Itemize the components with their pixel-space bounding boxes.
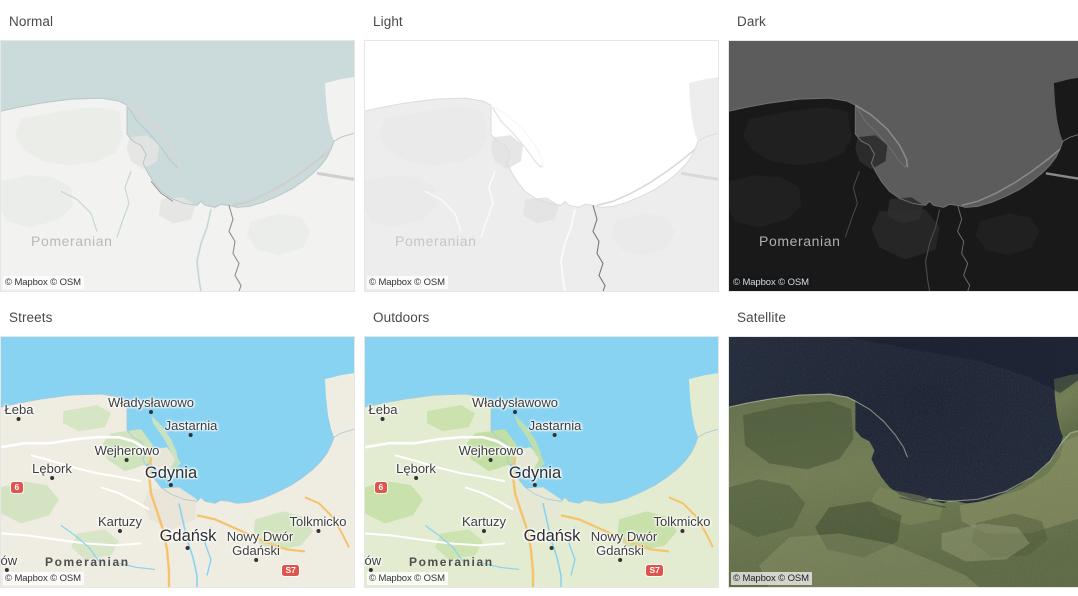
map-panel-title-normal: Normal xyxy=(9,14,54,29)
map-panel-normal: Normal Pomeranian © Mapbox © OSM xyxy=(0,0,355,292)
map-attribution[interactable]: © Mapbox © OSM xyxy=(367,572,448,585)
map-panel-light: Light Pomeranian © Mapbox © OSM xyxy=(364,0,719,292)
map-graphic-normal xyxy=(1,40,354,291)
map-graphic-outdoors xyxy=(365,336,718,587)
map-canvas-dark[interactable]: Pomeranian © Mapbox © OSM xyxy=(728,39,1078,292)
map-road-shield: 6 xyxy=(375,481,387,493)
map-panel-satellite: Satellite © Mapbox © OSM xyxy=(728,296,1078,588)
map-graphic-satellite xyxy=(729,336,1078,587)
map-attribution[interactable]: © Mapbox © OSM xyxy=(731,572,812,585)
map-graphic-dark xyxy=(729,40,1078,291)
map-style-gallery: Normal Pomeranian © Mapbox © OSM Light P… xyxy=(0,0,1078,588)
map-canvas-streets[interactable]: Łeba Władysławowo Jastarnia Wejherowo Lębork… xyxy=(0,335,355,588)
map-panel-outdoors: Outdoors Łeba Władysławowo Jastarnia Wej… xyxy=(364,296,719,588)
map-panel-title-dark: Dark xyxy=(737,14,766,29)
map-canvas-satellite[interactable]: © Mapbox © OSM xyxy=(728,335,1078,588)
map-graphic-streets xyxy=(1,336,354,587)
map-road-shield: S7 xyxy=(282,564,300,576)
map-attribution[interactable]: © Mapbox © OSM xyxy=(3,276,84,289)
map-road-shield: S7 xyxy=(646,564,664,576)
map-canvas-light[interactable]: Pomeranian © Mapbox © OSM xyxy=(364,39,719,292)
map-attribution[interactable]: © Mapbox © OSM xyxy=(731,276,812,289)
map-panel-title-light: Light xyxy=(373,14,403,29)
map-graphic-light xyxy=(365,40,718,291)
map-panel-title-satellite: Satellite xyxy=(737,310,786,325)
map-attribution[interactable]: © Mapbox © OSM xyxy=(367,276,448,289)
map-canvas-outdoors[interactable]: Łeba Władysławowo Jastarnia Wejherowo Lębork… xyxy=(364,335,719,588)
map-attribution[interactable]: © Mapbox © OSM xyxy=(3,572,84,585)
map-road-shield: 6 xyxy=(11,481,23,493)
map-canvas-normal[interactable]: Pomeranian © Mapbox © OSM xyxy=(0,39,355,292)
map-panel-title-outdoors: Outdoors xyxy=(373,310,430,325)
map-panel-dark: Dark Pomeranian © Mapbox © OSM xyxy=(728,0,1078,292)
map-panel-streets: Streets Łeba Władysławowo Jastarnia Wejh… xyxy=(0,296,355,588)
map-panel-title-streets: Streets xyxy=(9,310,53,325)
